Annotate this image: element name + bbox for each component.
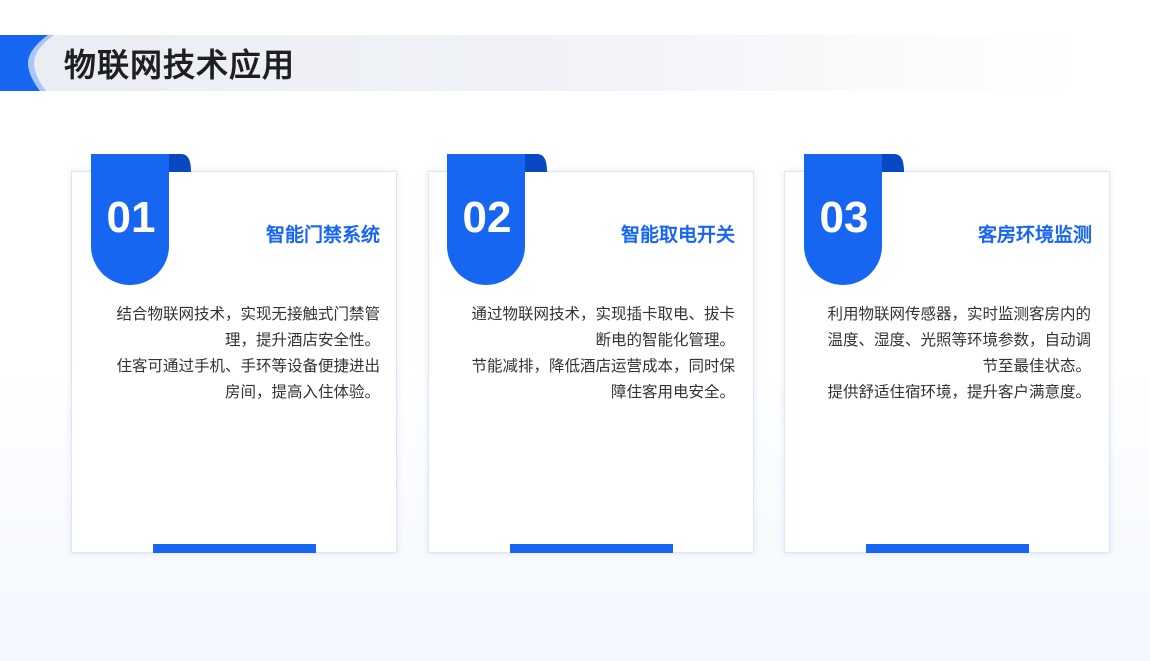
- card-3-paragraph: 提供舒适住宿环境，提升客户满意度。: [827, 383, 1091, 401]
- card-3-title: 客房环境监测: [977, 224, 1092, 246]
- card-2-title: 智能取电开关: [620, 224, 735, 246]
- page-title: 物联网技术应用: [64, 46, 296, 84]
- card-3-number: 03: [819, 193, 869, 242]
- card-1-paragraph: 住客可通过手机、手环等设备便捷进出房间，提高入住体验。: [116, 357, 380, 401]
- card-1-bottom-bar: [153, 544, 316, 553]
- card-1-paragraph: 结合物联网技术，实现无接触式门禁管理，提升酒店安全性。: [116, 305, 380, 349]
- card-2-bottom-bar: [510, 544, 673, 553]
- card-2-number: 02: [462, 193, 512, 242]
- card-2-paragraph: 节能减排，降低酒店运营成本，同时保障住客用电安全。: [471, 357, 735, 401]
- card-2-body: 通过物联网技术，实现插卡取电、拔卡断电的智能化管理。 节能减排，降低酒店运营成本…: [459, 301, 735, 405]
- card-3-bottom-bar: [866, 544, 1029, 553]
- card-1-title: 智能门禁系统: [265, 224, 380, 246]
- title-accent-shape: [0, 35, 54, 91]
- card-3-body: 利用物联网传感器，实时监测客房内的温度、湿度、光照等环境参数，自动调节至最佳状态…: [815, 301, 1091, 405]
- card-1-body: 结合物联网技术，实现无接触式门禁管理，提升酒店安全性。 住客可通过手机、手环等设…: [104, 301, 380, 405]
- card-1-number: 01: [106, 193, 156, 242]
- card-2-paragraph: 通过物联网技术，实现插卡取电、拔卡断电的智能化管理。: [471, 305, 735, 349]
- card-3-paragraph: 利用物联网传感器，实时监测客房内的温度、湿度、光照等环境参数，自动调节至最佳状态…: [827, 305, 1091, 375]
